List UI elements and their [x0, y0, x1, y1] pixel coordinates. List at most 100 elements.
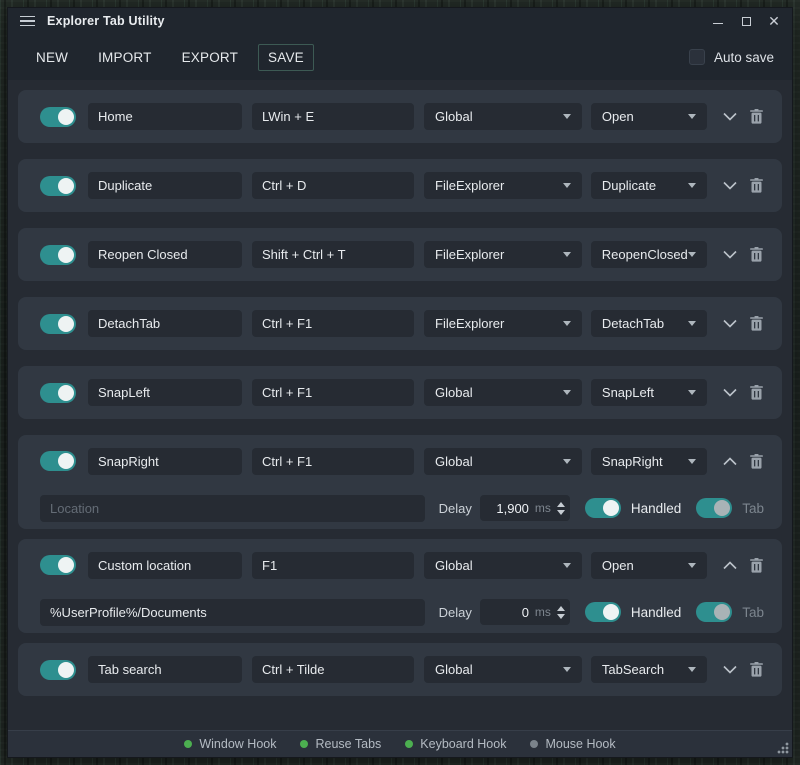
toggle-knob — [58, 178, 74, 194]
expand-collapse-button[interactable] — [721, 246, 739, 264]
delay-label: Delay — [439, 605, 472, 620]
spinner-down-icon[interactable] — [557, 510, 565, 515]
spinner-down-icon[interactable] — [557, 614, 565, 619]
hamburger-menu-icon[interactable] — [20, 16, 35, 27]
expand-collapse-button[interactable] — [721, 452, 739, 470]
maximize-button[interactable] — [740, 15, 752, 27]
tab-toggle[interactable] — [696, 498, 732, 518]
expand-collapse-button[interactable] — [721, 108, 739, 126]
name-input[interactable] — [88, 241, 242, 268]
status-dot-off-icon — [530, 740, 538, 748]
action-dropdown[interactable]: DetachTab — [591, 310, 707, 337]
expand-collapse-button[interactable] — [721, 177, 739, 195]
minimize-button[interactable] — [712, 15, 724, 27]
trash-icon — [750, 316, 763, 331]
delete-button[interactable] — [748, 452, 764, 470]
tab-toggle[interactable] — [696, 602, 732, 622]
scope-value: Global — [435, 109, 473, 124]
delete-button[interactable] — [748, 315, 764, 333]
menu-item-save[interactable]: SAVE — [258, 44, 314, 71]
action-value: Open — [602, 109, 634, 124]
delete-button[interactable] — [748, 246, 764, 264]
hotkey-input[interactable] — [252, 448, 414, 475]
autosave-label: Auto save — [714, 50, 774, 65]
scope-dropdown[interactable]: Global — [424, 656, 582, 683]
name-input[interactable] — [88, 448, 242, 475]
action-value: SnapRight — [602, 454, 663, 469]
enabled-toggle[interactable] — [40, 555, 76, 575]
scope-dropdown[interactable]: FileExplorer — [424, 241, 582, 268]
name-input[interactable] — [88, 552, 242, 579]
delay-input[interactable]: 1,900 ms — [480, 495, 570, 521]
handled-toggle[interactable] — [585, 498, 621, 518]
action-dropdown[interactable]: Open — [591, 103, 707, 130]
expand-collapse-button[interactable] — [721, 315, 739, 333]
resize-grip-icon[interactable] — [777, 742, 789, 754]
spinner-up-icon[interactable] — [557, 606, 565, 611]
hotkey-row: Global Open — [18, 90, 782, 143]
trash-icon — [750, 247, 763, 262]
action-dropdown[interactable]: ReopenClosed — [591, 241, 707, 268]
chevron-down-icon — [563, 390, 571, 395]
enabled-toggle[interactable] — [40, 451, 76, 471]
action-dropdown[interactable]: SnapLeft — [591, 379, 707, 406]
delay-input[interactable]: 0 ms — [480, 599, 570, 625]
toggle-knob — [58, 662, 74, 678]
enabled-toggle[interactable] — [40, 245, 76, 265]
action-dropdown[interactable]: Open — [591, 552, 707, 579]
hotkey-input[interactable] — [252, 103, 414, 130]
action-dropdown[interactable]: TabSearch — [591, 656, 707, 683]
delete-button[interactable] — [748, 384, 764, 402]
hotkey-input[interactable] — [252, 310, 414, 337]
enabled-toggle[interactable] — [40, 383, 76, 403]
delay-spinner[interactable] — [556, 500, 566, 517]
hotkey-input[interactable] — [252, 656, 414, 683]
hotkey-input[interactable] — [252, 379, 414, 406]
action-dropdown[interactable]: Duplicate — [591, 172, 707, 199]
delete-button[interactable] — [748, 177, 764, 195]
expand-collapse-button[interactable] — [721, 661, 739, 679]
name-input[interactable] — [88, 656, 242, 683]
enabled-toggle[interactable] — [40, 660, 76, 680]
trash-icon — [750, 385, 763, 400]
enabled-toggle[interactable] — [40, 314, 76, 334]
name-input[interactable] — [88, 103, 242, 130]
hotkey-input[interactable] — [252, 172, 414, 199]
expand-collapse-button[interactable] — [721, 384, 739, 402]
scope-dropdown[interactable]: Global — [424, 103, 582, 130]
delete-button[interactable] — [748, 108, 764, 126]
expand-collapse-button[interactable] — [721, 556, 739, 574]
scope-value: Global — [435, 385, 473, 400]
delete-button[interactable] — [748, 556, 764, 574]
hotkey-input[interactable] — [252, 552, 414, 579]
chevron-icon — [723, 665, 737, 674]
hotkey-input[interactable] — [252, 241, 414, 268]
enabled-toggle[interactable] — [40, 176, 76, 196]
delete-button[interactable] — [748, 661, 764, 679]
scope-dropdown[interactable]: Global — [424, 552, 582, 579]
scope-dropdown[interactable]: Global — [424, 379, 582, 406]
hotkey-row: FileExplorer Duplicate — [18, 159, 782, 212]
scope-dropdown[interactable]: FileExplorer — [424, 310, 582, 337]
delay-spinner[interactable] — [556, 604, 566, 621]
name-input[interactable] — [88, 172, 242, 199]
enabled-toggle[interactable] — [40, 107, 76, 127]
tab-label: Tab — [742, 501, 764, 516]
scope-dropdown[interactable]: Global — [424, 448, 582, 475]
close-button[interactable]: ✕ — [768, 15, 780, 27]
location-input[interactable] — [40, 495, 425, 522]
chevron-icon — [723, 319, 737, 328]
menu-item-new[interactable]: NEW — [26, 44, 78, 71]
scope-dropdown[interactable]: FileExplorer — [424, 172, 582, 199]
name-input[interactable] — [88, 310, 242, 337]
scope-value: Global — [435, 662, 473, 677]
action-dropdown[interactable]: SnapRight — [591, 448, 707, 475]
toggle-knob — [58, 247, 74, 263]
menu-item-import[interactable]: IMPORT — [88, 44, 161, 71]
handled-toggle[interactable] — [585, 602, 621, 622]
name-input[interactable] — [88, 379, 242, 406]
autosave-checkbox[interactable] — [689, 49, 705, 65]
location-input[interactable] — [40, 599, 425, 626]
spinner-up-icon[interactable] — [557, 502, 565, 507]
menu-item-export[interactable]: EXPORT — [172, 44, 248, 71]
